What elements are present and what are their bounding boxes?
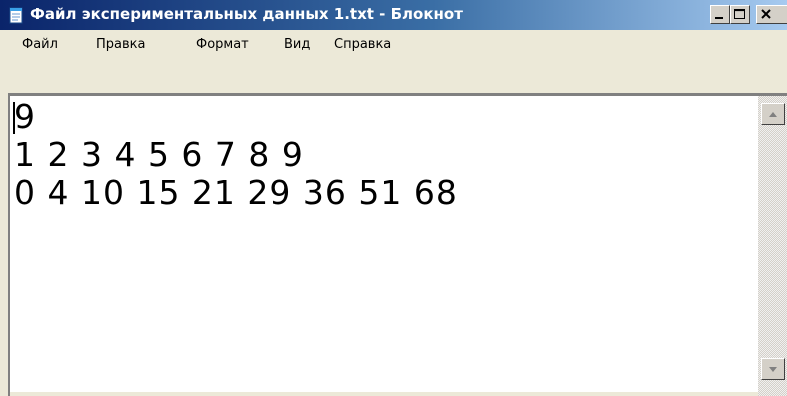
close-icon xyxy=(761,9,771,19)
scroll-down-button[interactable] xyxy=(761,358,785,380)
minimize-button[interactable] xyxy=(710,5,730,24)
minimize-icon xyxy=(715,17,723,19)
vertical-scrollbar[interactable] xyxy=(758,96,787,396)
maximize-icon xyxy=(734,9,745,19)
menu-bar: Файл Правка Формат Вид Справка xyxy=(0,30,787,58)
document-line[interactable]: 9 xyxy=(14,98,36,136)
notepad-icon[interactable] xyxy=(8,7,24,24)
menu-help[interactable]: Справка xyxy=(334,37,391,52)
document-line[interactable]: 0 4 10 15 21 29 36 51 68 xyxy=(14,174,458,212)
title-bar[interactable]: Файл экспериментальных данных 1.txt - Бл… xyxy=(0,0,787,30)
maximize-button[interactable] xyxy=(730,5,750,24)
document-line[interactable]: 1 2 3 4 5 6 7 8 9 xyxy=(14,136,304,174)
text-caret xyxy=(13,102,15,134)
scroll-down-arrow-icon xyxy=(769,367,777,372)
menu-file[interactable]: Файл xyxy=(22,37,58,52)
close-button[interactable] xyxy=(756,5,787,24)
scroll-up-arrow-icon xyxy=(769,112,777,117)
window-title: Файл экспериментальных данных 1.txt - Бл… xyxy=(30,5,463,23)
menu-edit[interactable]: Правка xyxy=(96,37,145,52)
notepad-window: Файл экспериментальных данных 1.txt - Бл… xyxy=(0,0,787,396)
menu-view[interactable]: Вид xyxy=(284,37,310,52)
scroll-up-button[interactable] xyxy=(761,103,785,125)
menu-format[interactable]: Формат xyxy=(196,37,249,52)
